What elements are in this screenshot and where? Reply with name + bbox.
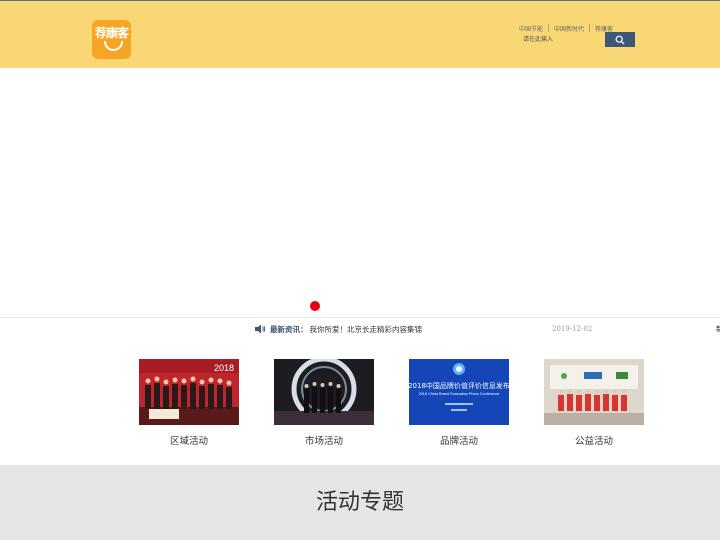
news-ticker: 最新资讯： 我你所爱！北京长走精彩内容集锦 xyxy=(255,323,422,335)
search-button[interactable] xyxy=(605,32,635,47)
activity-label[interactable]: 市场活动 xyxy=(274,433,374,447)
brand-event-subtitle: 2018 China Brand Evaluation Press Confer… xyxy=(419,392,500,396)
slider-indicator-dot[interactable] xyxy=(310,301,320,311)
brand-activity-photo[interactable]: 2018中国品牌价值评价信息发布 2018 China Brand Evalua… xyxy=(409,359,509,425)
speaker-icon xyxy=(255,324,266,334)
activity-label[interactable]: 公益活动 xyxy=(544,433,644,447)
site-header: 荐康客 中国节能 中国新时代 荐康客 xyxy=(0,1,720,68)
search-icon xyxy=(615,35,625,45)
news-next-item[interactable]: 新 xyxy=(716,324,720,334)
charity-activity-photo[interactable] xyxy=(544,359,644,425)
activity-label[interactable]: 区域活动 xyxy=(139,433,239,447)
region-activity-photo[interactable]: 2018 xyxy=(139,359,239,425)
logo-smile-icon xyxy=(104,41,123,51)
logo-text: 荐康客 xyxy=(94,26,129,40)
site-logo[interactable]: 荐康客 xyxy=(92,20,131,59)
brand-event-title: 2018中国品牌价值评价信息发布 xyxy=(409,381,509,390)
activity-tile-market[interactable]: 市场活动 xyxy=(274,359,374,447)
news-divider xyxy=(0,317,720,318)
market-activity-photo[interactable] xyxy=(274,359,374,425)
activity-tile-region[interactable]: 2018 区域活动 xyxy=(139,359,239,447)
year-badge-text: 2018 xyxy=(214,363,234,373)
news-date: 2019-12-02 xyxy=(552,325,593,333)
news-headline[interactable]: 我你所爱！北京长走精彩内容集锦 xyxy=(310,324,423,335)
activity-label[interactable]: 品牌活动 xyxy=(409,433,509,447)
link-separator xyxy=(589,24,591,32)
search-input[interactable] xyxy=(519,32,609,46)
news-label: 最新资讯： xyxy=(270,324,308,334)
link-separator xyxy=(548,24,550,32)
section-title: 活动专题 xyxy=(315,490,404,515)
hero-banner xyxy=(0,68,720,316)
activity-tile-charity[interactable]: 公益活动 xyxy=(544,359,644,447)
activity-tile-brand[interactable]: 2018中国品牌价值评价信息发布 2018 China Brand Evalua… xyxy=(409,359,509,447)
